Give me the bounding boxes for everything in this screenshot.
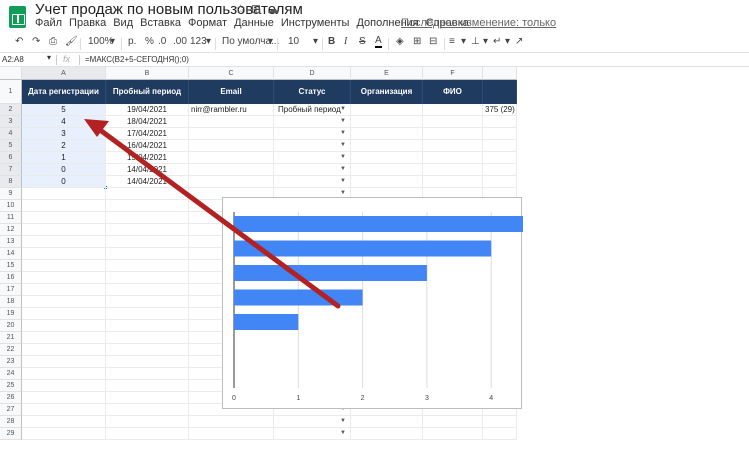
annotation-layer: [84, 119, 341, 309]
annotation-arrow: [93, 124, 341, 309]
